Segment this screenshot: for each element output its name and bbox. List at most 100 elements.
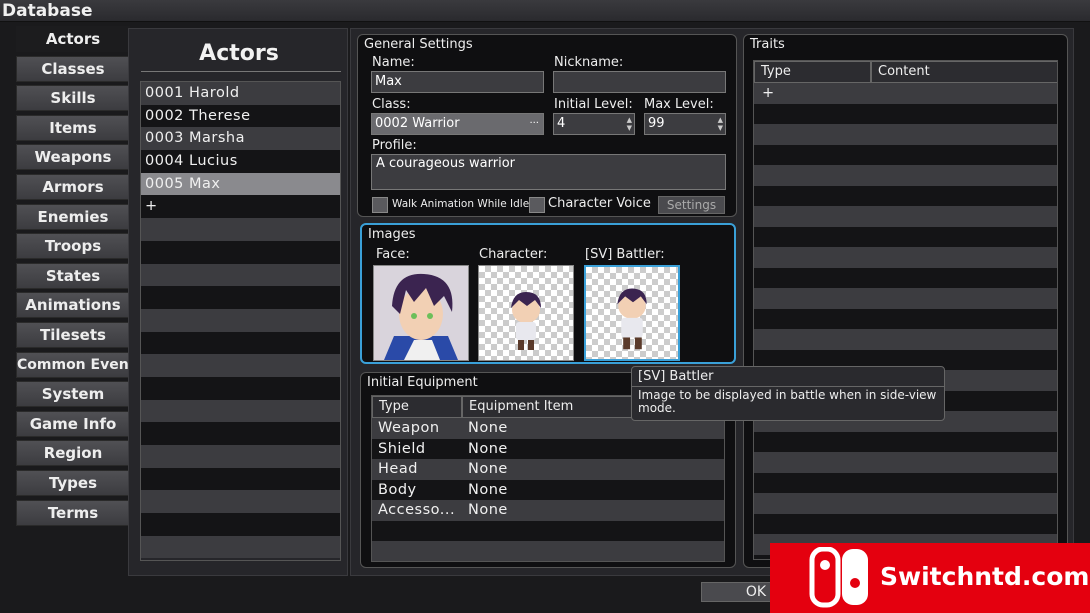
stepper-arrows-icon[interactable]: ▲ ▼ [627,116,632,132]
window-title-bar: Database [0,0,1090,22]
battler-label: [SV] Battler: [585,247,665,262]
list-item [754,472,1057,493]
table-row[interactable]: Accesso... None [372,500,724,521]
profile-textarea[interactable]: A courageous warrior [371,154,726,190]
nav-skills[interactable]: Skills [16,85,130,112]
actors-pane: Actors 0001 Harold 0002 Therese 0003 Mar… [128,28,348,576]
list-item [141,467,340,491]
name-label: Name: [372,55,415,70]
actors-heading: Actors [199,41,279,66]
nav-game-info[interactable]: Game Info [16,410,130,437]
actor-item[interactable]: 0001 Harold [141,82,340,105]
nav-common-events[interactable]: Common Events [16,351,130,378]
list-item [754,267,1057,288]
list-item [754,247,1057,268]
nav-items[interactable]: Items [16,114,130,141]
nav-troops[interactable]: Troops [16,233,130,260]
initial-level-stepper[interactable]: 4 ▲ ▼ [553,113,635,135]
list-item [141,354,340,377]
list-item [141,399,340,423]
add-actor-button[interactable]: + [141,195,340,219]
nav-tilesets[interactable]: Tilesets [16,321,130,348]
nav-system[interactable]: System [16,381,130,408]
table-row[interactable]: Head None [372,459,724,480]
face-label: Face: [376,247,410,262]
nav-enemies[interactable]: Enemies [16,203,130,230]
nav-states[interactable]: States [16,262,130,289]
nav-weapons[interactable]: Weapons [16,144,130,171]
actor-item-selected[interactable]: 0005 Max [141,172,340,196]
character-voice-checkbox[interactable] [529,197,545,213]
column-header-content: Content [871,61,1057,83]
class-value: 0002 Warrior [375,116,460,131]
stepper-arrows-icon[interactable]: ▲ ▼ [718,116,723,132]
class-picker-button[interactable]: ··· [529,114,539,134]
images-title: Images [368,227,416,242]
walk-animation-checkbox[interactable] [372,197,388,213]
max-level-value: 99 [648,116,665,131]
max-level-label: Max Level: [644,97,714,112]
nav-classes[interactable]: Classes [16,55,130,82]
table-row[interactable]: Shield None [372,438,724,459]
nav-animations[interactable]: Animations [16,292,130,319]
list-item [141,308,340,332]
list-item [754,103,1057,124]
walk-animation-label: Walk Animation While Idle [392,198,530,210]
sv-battler-image[interactable] [584,265,680,361]
list-item [141,445,340,468]
list-item [754,124,1057,145]
name-field[interactable]: Max [371,71,544,93]
table-row[interactable]: Weapon None [372,418,724,439]
nav-actors[interactable]: Actors [16,26,130,52]
equipment-title: Initial Equipment [367,375,478,390]
list-item [141,513,340,536]
nickname-field[interactable] [553,71,726,93]
heading-divider [141,71,341,72]
window-title: Database [2,1,93,21]
table-row [372,520,724,541]
list-item [141,286,340,309]
list-item [754,226,1057,247]
list-item [754,513,1057,534]
list-item [141,535,340,559]
column-header-type: Type [372,396,462,418]
nav-region[interactable]: Region [16,440,130,467]
watermark-text: Switchntd.com [880,562,1090,591]
class-label: Class: [372,97,411,112]
list-item [141,263,340,287]
list-item [141,422,340,445]
list-item [754,144,1057,165]
actor-item[interactable]: 0004 Lucius [141,150,340,173]
initial-level-value: 4 [557,116,566,131]
character-label: Character: [479,247,548,262]
list-item [754,165,1057,186]
watermark: Switchntd.com [770,543,1090,613]
face-image[interactable] [373,265,469,361]
list-item [141,218,340,241]
actor-list[interactable]: 0001 Harold 0002 Therese 0003 Marsha 000… [140,81,341,561]
list-item [141,331,340,355]
traits-title: Traits [750,37,785,52]
nav-terms[interactable]: Terms [16,499,130,526]
actor-item[interactable]: 0003 Marsha [141,127,340,151]
nav-armors[interactable]: Armors [16,173,130,200]
nav-types[interactable]: Types [16,469,130,496]
general-settings-title: General Settings [364,37,473,52]
tooltip-title: [SV] Battler [638,369,714,384]
max-level-stepper[interactable]: 99 ▲ ▼ [644,113,726,135]
nickname-label: Nickname: [554,55,624,70]
voice-settings-button[interactable]: Settings [658,196,725,214]
traits-table[interactable]: Type Content + [753,60,1058,560]
list-item [754,206,1057,227]
list-item [754,452,1057,473]
list-item [141,240,340,264]
battler-tooltip: [SV] Battler Image to be displayed in ba… [631,366,945,421]
column-header-type: Type [754,61,871,83]
class-select[interactable]: 0002 Warrior ··· [371,113,544,135]
character-voice-label: Character Voice [548,196,651,211]
table-row[interactable]: Body None [372,479,724,500]
character-sprite-image[interactable] [478,265,574,361]
actor-item[interactable]: 0002 Therese [141,104,340,128]
add-trait-button[interactable]: + [754,83,1057,104]
database-nav: Actors Classes Skills Items Weapons Armo… [16,26,130,529]
